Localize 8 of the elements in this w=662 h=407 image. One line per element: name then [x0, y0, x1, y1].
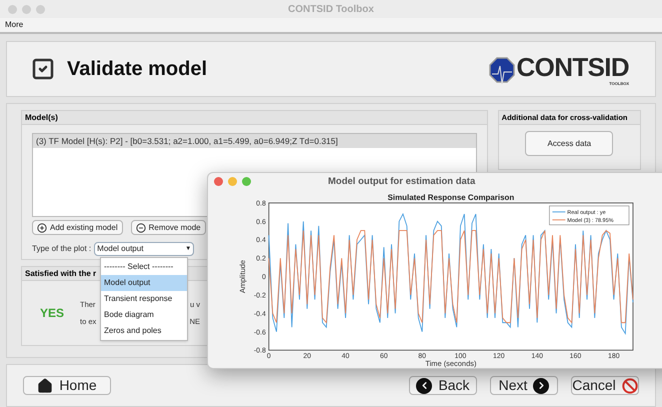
chart-title: Simulated Response Comparison: [388, 192, 514, 202]
page-title: Validate model: [67, 57, 208, 82]
plot-window-title: Model output for estimation data: [328, 174, 476, 189]
plot-type-label: Type of the plot :: [32, 243, 92, 255]
panel-title: Model(s): [22, 111, 487, 125]
logo-text: CONTSID: [516, 52, 629, 80]
answer-text: YES: [40, 305, 66, 322]
window-title: CONTSID Toolbox: [288, 2, 374, 16]
